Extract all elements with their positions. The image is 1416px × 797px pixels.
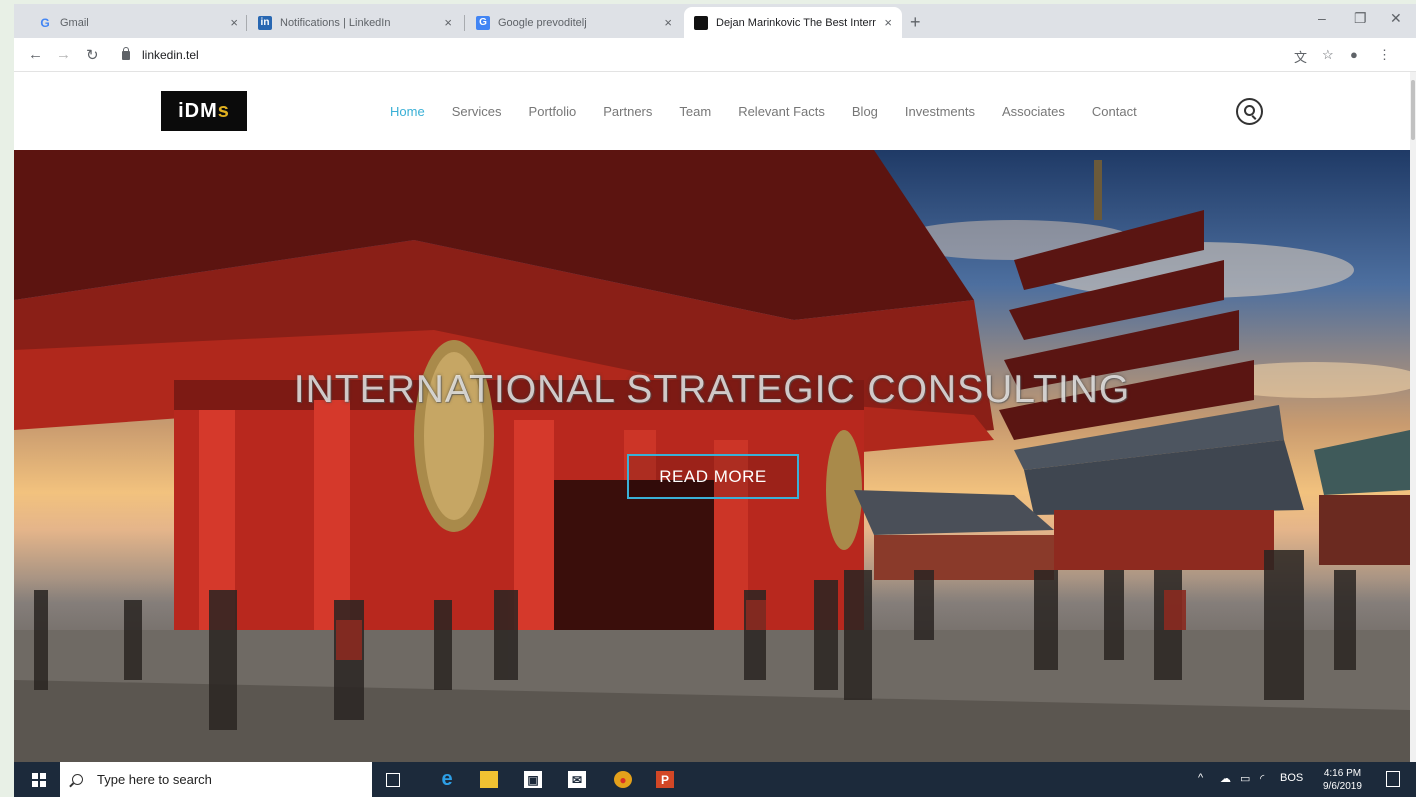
powerpoint-icon[interactable]: P bbox=[656, 771, 674, 788]
close-icon[interactable]: × bbox=[230, 15, 238, 30]
main-nav: Home Services Portfolio Partners Team Re… bbox=[390, 104, 1164, 119]
site-logo[interactable]: iDM s bbox=[161, 91, 247, 131]
action-center-icon[interactable] bbox=[1386, 771, 1400, 787]
tab-dejan-marinkovic[interactable]: Dejan Marinkovic The Best Interr × bbox=[684, 7, 902, 38]
address-bar[interactable]: linkedin.tel bbox=[114, 43, 1274, 67]
search-icon bbox=[72, 774, 83, 785]
tab-divider bbox=[246, 15, 247, 31]
google-translate-icon: G bbox=[476, 15, 490, 30]
scrollbar-thumb[interactable] bbox=[1411, 80, 1415, 140]
back-icon[interactable]: ← bbox=[28, 46, 43, 63]
minimize-icon[interactable]: – bbox=[1318, 10, 1326, 26]
nav-home[interactable]: Home bbox=[390, 104, 425, 119]
close-icon[interactable]: × bbox=[444, 15, 452, 30]
translate-icon[interactable]: 文 bbox=[1294, 47, 1307, 66]
site-header: iDM s Home Services Portfolio Partners Te… bbox=[14, 72, 1416, 150]
window-close-icon[interactable]: ✕ bbox=[1390, 10, 1402, 27]
site-search-icon[interactable] bbox=[1236, 98, 1263, 125]
nav-portfolio[interactable]: Portfolio bbox=[529, 104, 577, 119]
taskbar-search-box[interactable]: Type here to search bbox=[60, 762, 372, 797]
language-indicator[interactable]: BOS bbox=[1280, 772, 1303, 784]
reload-icon[interactable]: ↻ bbox=[86, 46, 99, 64]
store-icon[interactable]: ▣ bbox=[524, 771, 542, 788]
profile-avatar-icon[interactable]: ● bbox=[1350, 47, 1358, 62]
windows-taskbar: Type here to search e ▣ ✉ ● P ^ ☁ ▭ ◜ BO… bbox=[14, 762, 1416, 797]
onedrive-icon[interactable]: ☁ bbox=[1220, 772, 1231, 785]
new-tab-icon[interactable]: + bbox=[910, 12, 921, 33]
windows-start-icon[interactable] bbox=[32, 773, 46, 787]
nav-contact[interactable]: Contact bbox=[1092, 104, 1137, 119]
menu-kebab-icon[interactable]: ⋮ bbox=[1378, 47, 1391, 63]
close-icon[interactable]: × bbox=[884, 15, 892, 30]
close-icon[interactable]: × bbox=[664, 15, 672, 30]
nav-relevant-facts[interactable]: Relevant Facts bbox=[738, 104, 825, 119]
logo-text: iDM bbox=[178, 99, 218, 122]
tab-google-translate[interactable]: G Google prevoditelj × bbox=[466, 7, 682, 38]
read-more-button[interactable]: READ MORE bbox=[627, 454, 799, 499]
clock-time: 4:16 PM bbox=[1323, 768, 1362, 779]
show-hidden-icons-icon[interactable]: ^ bbox=[1198, 772, 1203, 784]
tab-label: Notifications | LinkedIn bbox=[280, 16, 391, 29]
maximize-icon[interactable]: ❐ bbox=[1354, 10, 1367, 27]
edge-icon[interactable]: e bbox=[438, 768, 456, 790]
browser-toolbar: ← → ↻ linkedin.tel 文 ☆ ● ⋮ bbox=[14, 38, 1416, 72]
hero-title: INTERNATIONAL STRATEGIC CONSULTING bbox=[293, 368, 1131, 411]
linkedin-icon: in bbox=[258, 15, 272, 30]
search-placeholder: Type here to search bbox=[97, 772, 212, 787]
browser-window: G Gmail × in Notifications | LinkedIn × … bbox=[14, 4, 1416, 797]
tab-strip: G Gmail × in Notifications | LinkedIn × … bbox=[14, 4, 1416, 38]
nav-associates[interactable]: Associates bbox=[1002, 104, 1065, 119]
page-scrollbar[interactable] bbox=[1410, 72, 1416, 762]
battery-icon[interactable]: ▭ bbox=[1240, 772, 1250, 785]
hero-banner: INTERNATIONAL STRATEGIC CONSULTING READ … bbox=[14, 150, 1410, 762]
nav-investments[interactable]: Investments bbox=[905, 104, 975, 119]
idms-favicon bbox=[694, 15, 708, 30]
wifi-icon[interactable]: ◜ bbox=[1260, 772, 1264, 785]
chrome-icon[interactable]: ● bbox=[614, 771, 632, 788]
task-view-icon[interactable] bbox=[386, 773, 400, 787]
tab-label: Gmail bbox=[60, 16, 89, 29]
mail-icon[interactable]: ✉ bbox=[568, 771, 586, 788]
nav-services[interactable]: Services bbox=[452, 104, 502, 119]
system-clock[interactable]: 4:16 PM 9/6/2019 bbox=[1323, 767, 1362, 793]
tab-divider bbox=[464, 15, 465, 31]
tab-label: Dejan Marinkovic The Best Interr bbox=[716, 16, 876, 29]
forward-icon[interactable]: → bbox=[56, 46, 71, 63]
nav-team[interactable]: Team bbox=[679, 104, 711, 119]
logo-accent-text: s bbox=[217, 99, 230, 122]
tab-linkedin[interactable]: in Notifications | LinkedIn × bbox=[248, 7, 462, 38]
bookmark-star-icon[interactable]: ☆ bbox=[1322, 47, 1334, 63]
file-explorer-icon[interactable] bbox=[480, 771, 498, 788]
url-text: linkedin.tel bbox=[142, 48, 199, 62]
gmail-icon: G bbox=[40, 15, 50, 30]
nav-partners[interactable]: Partners bbox=[603, 104, 652, 119]
tab-gmail[interactable]: G Gmail × bbox=[28, 7, 248, 38]
tab-label: Google prevoditelj bbox=[498, 16, 587, 29]
nav-blog[interactable]: Blog bbox=[852, 104, 878, 119]
clock-date: 9/6/2019 bbox=[1323, 781, 1362, 792]
lock-icon bbox=[122, 46, 130, 60]
